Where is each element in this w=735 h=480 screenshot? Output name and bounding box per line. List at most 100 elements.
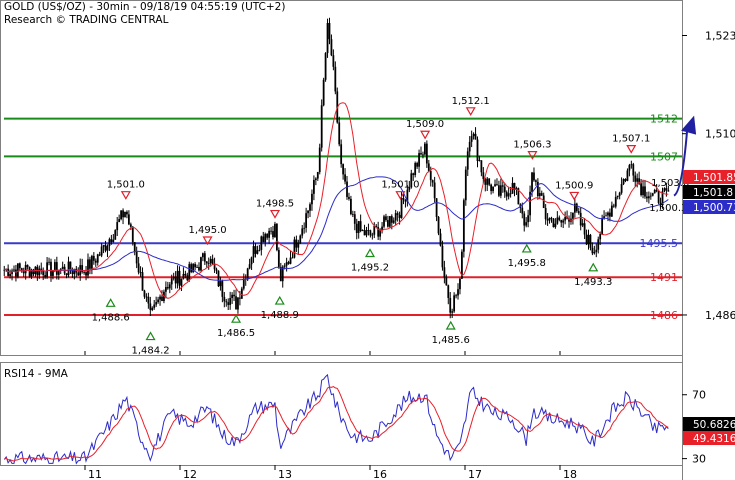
price-candle-body [387, 220, 389, 227]
price-candle-body [577, 211, 580, 213]
price-candle-body [351, 214, 354, 215]
price-candle-body [124, 211, 126, 218]
price-candle-body [525, 222, 528, 226]
price-candle-body [53, 262, 56, 271]
price-candle-body [314, 178, 317, 181]
price-candle-body [492, 186, 494, 192]
price-candle-body [242, 278, 245, 289]
price-candle-body [283, 265, 286, 267]
price-candle-body [71, 270, 74, 275]
price-candle-body [612, 205, 615, 207]
level-label: 1486 [650, 309, 678, 322]
price-candle-body [118, 219, 121, 223]
price-candle-body [424, 143, 426, 155]
price-candle-body [605, 215, 607, 217]
price-candle-body [248, 264, 251, 269]
swing-high-marker [527, 151, 538, 160]
price-candle-body [657, 191, 660, 203]
price-candle-body [182, 273, 185, 279]
x-tick-label: 13 [278, 468, 292, 480]
price-candle-body [369, 230, 372, 236]
price-candle-body [301, 228, 304, 236]
swing-low-label: 1,488.9 [261, 310, 299, 321]
price-candle-body [112, 239, 115, 243]
price-candle-body [550, 217, 553, 219]
price-candle-body [126, 211, 128, 215]
price-candle-body [102, 245, 105, 247]
price-candle-body [168, 284, 171, 289]
price-candle-body [67, 261, 70, 276]
price-candle-body [334, 66, 337, 92]
price-candle-body [607, 212, 609, 216]
price-candle-body [9, 273, 11, 277]
price-candle-body [96, 254, 99, 263]
price-candle-body [299, 235, 302, 243]
price-candle-body [141, 272, 144, 291]
level-label: 1491 [650, 271, 678, 284]
price-candle-body [350, 198, 352, 215]
price-candle-body [207, 263, 210, 265]
price-candle-body [414, 163, 417, 176]
price-candle-body [538, 193, 541, 197]
price-candle-body [231, 294, 234, 299]
price-candle-body [470, 136, 473, 142]
price-candle-body [464, 169, 467, 201]
price-candle-body [328, 23, 331, 40]
price-candle-body [344, 174, 346, 182]
price-candle-body [254, 246, 257, 254]
price-candle-body [451, 311, 454, 313]
price-candle-body [558, 217, 561, 220]
swing-low-label: 1,488.6 [92, 312, 130, 323]
price-candle-body [480, 160, 483, 173]
price-candle-body [587, 234, 590, 245]
price-candle-body [276, 223, 278, 251]
price-candle-body [13, 269, 15, 271]
price-candle-body [205, 261, 208, 264]
price-candle-body [311, 193, 313, 205]
price-candle-body [560, 219, 563, 223]
price-candle-body [562, 220, 565, 223]
swing-high-label: 1,501.0 [107, 180, 145, 191]
price-candle-body [90, 255, 93, 269]
price-candle-body [437, 216, 440, 234]
price-candle-body [655, 190, 658, 192]
swing-high-label: 1,507.1 [612, 134, 650, 145]
swing-high-label: 1,501.0 [381, 180, 419, 191]
price-candle-body [425, 143, 428, 164]
swing-low-marker [145, 331, 156, 341]
price-candle-body [646, 196, 648, 199]
swing-low-marker [364, 248, 376, 258]
price-candle-body [482, 172, 485, 179]
price-candle-body [120, 210, 122, 220]
price-candle-body [394, 213, 397, 221]
price-candle-body [55, 262, 58, 275]
price-candle-body [651, 193, 654, 196]
price-candle-body [581, 223, 584, 226]
price-candle-body [147, 296, 150, 304]
swing-high-marker [465, 107, 476, 117]
price-candle-body [653, 190, 656, 194]
price-candle-body [422, 154, 424, 156]
price-candle-body [203, 253, 206, 262]
price-candle-body [277, 250, 280, 267]
chart-subtitle: Research © TRADING CENTRAL [4, 14, 169, 26]
price-candle-body [509, 193, 512, 195]
price-candle-body [355, 223, 358, 233]
price-candle-body [209, 258, 212, 264]
price-candle-body [644, 186, 646, 197]
price-candle-body [324, 53, 327, 80]
price-candle-body [589, 234, 592, 248]
price-candle-body [616, 195, 619, 198]
price-candle-body [252, 246, 255, 258]
price-candle-body [50, 261, 52, 276]
price-candle-body [486, 178, 489, 185]
price-candle-body [340, 144, 343, 165]
price-candle-body [367, 230, 370, 231]
price-candle-body [235, 296, 237, 310]
price-panel-frame [0, 0, 683, 356]
price-candle-body [575, 203, 578, 212]
price-candle-body [521, 207, 524, 214]
price-candle-body [441, 245, 444, 268]
chart-title: GOLD (US$/OZ) - 30min - 09/18/19 04:55:1… [4, 1, 286, 13]
price-candle-body [455, 295, 457, 297]
